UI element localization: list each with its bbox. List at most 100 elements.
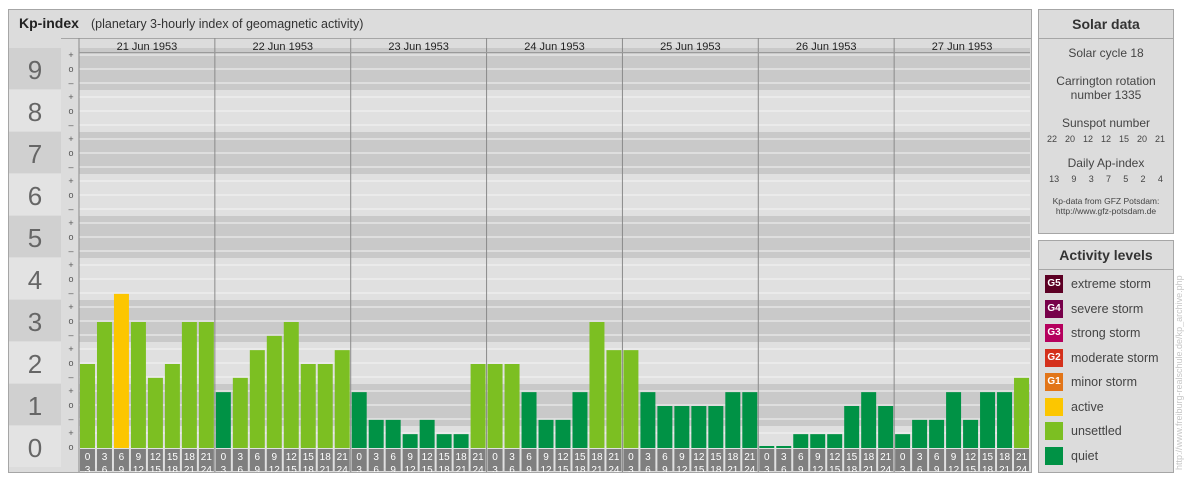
interval-end: 15 [286, 465, 298, 472]
y-tick-label: 9 [28, 55, 42, 85]
interval-start: 3 [373, 452, 379, 463]
interval-start: 12 [422, 452, 434, 463]
ap-value: 4 [1157, 174, 1163, 184]
interval-end: 6 [373, 465, 379, 472]
minor-tick-label: – [68, 246, 73, 256]
kp-bar [674, 406, 690, 448]
minor-tick-label: o [68, 190, 73, 200]
kp-bar [504, 364, 520, 448]
interval-end: 24 [473, 465, 485, 472]
kp-bar [181, 322, 197, 448]
interval-start: 0 [764, 452, 770, 463]
kp-bar [385, 419, 401, 448]
kp-bar [810, 434, 826, 448]
interval-start: 15 [574, 452, 586, 463]
interval-start: 9 [951, 452, 957, 463]
kp-bar [96, 322, 112, 448]
interval-end: 12 [812, 465, 824, 472]
interval-start: 21 [880, 452, 892, 463]
interval-end: 6 [781, 465, 787, 472]
legend-swatch: G1 [1045, 373, 1063, 391]
ap-value: 13 [1049, 174, 1060, 184]
legend-item-active: active [1045, 397, 1104, 416]
kp-bar [912, 419, 928, 448]
day-label: 26 Jun 1953 [796, 41, 857, 53]
sunspot-value: 15 [1118, 134, 1129, 144]
day-label: 27 Jun 1953 [932, 41, 993, 53]
interval-start: 3 [238, 452, 244, 463]
interval-end: 24 [608, 465, 620, 472]
sunspot-row: 22 20 12 12 15 20 21 [1039, 134, 1173, 144]
interval-end: 24 [1016, 465, 1028, 472]
kp-bar [793, 434, 809, 448]
day-label: 21 Jun 1953 [117, 41, 178, 53]
kp-bar [300, 364, 316, 448]
interval-start: 6 [798, 452, 804, 463]
minor-tick-label: + [68, 176, 73, 186]
watermark-url: http://www.freiburg-realschule.de/kp_arc… [1174, 275, 1184, 470]
legend-item-severe-storm: G4 severe storm [1045, 299, 1144, 318]
legend-swatch: G2 [1045, 348, 1063, 367]
legend-label: quiet [1071, 448, 1099, 463]
sunspot-label: Sunspot number [1061, 116, 1151, 130]
interval-start: 21 [473, 452, 485, 463]
kp-bar [317, 364, 333, 448]
ap-value: 5 [1123, 174, 1129, 184]
interval-end: 6 [645, 465, 651, 472]
interval-end: 6 [509, 465, 515, 472]
kp-bar [708, 406, 724, 448]
interval-start: 15 [439, 452, 451, 463]
minor-tick-label: + [68, 134, 73, 144]
legend-label: minor storm [1071, 375, 1137, 389]
interval-end: 18 [439, 465, 451, 472]
interval-end: 3 [628, 465, 634, 472]
interval-end: 18 [982, 465, 994, 472]
solar-data-title: Solar data [1039, 10, 1173, 39]
sunspot-value: 12 [1082, 134, 1093, 144]
interval-start: 6 [390, 452, 396, 463]
minor-tick-label: o [68, 442, 73, 452]
interval-end: 15 [150, 465, 162, 472]
interval-start: 3 [509, 452, 515, 463]
kp-bar [351, 392, 367, 448]
kp-bar [402, 434, 418, 448]
kp-bar [215, 392, 231, 448]
legend-swatch [1045, 446, 1063, 465]
interval-start: 6 [662, 452, 668, 463]
solar-cycle: Solar cycle 18 [1068, 46, 1144, 60]
day-label: 22 Jun 1953 [253, 41, 314, 53]
minor-tick-label: + [68, 260, 73, 270]
kp-bar [487, 364, 503, 448]
y-tick-label: 3 [28, 307, 42, 337]
kp-bar [436, 434, 452, 448]
interval-start: 3 [645, 452, 651, 463]
interval-start: 0 [492, 452, 498, 463]
interval-start: 9 [679, 452, 685, 463]
y-tick-label: 0 [28, 433, 42, 463]
interval-end: 9 [526, 465, 532, 472]
interval-end: 24 [880, 465, 892, 472]
interval-end: 9 [662, 465, 668, 472]
legend-swatch: G5 [1045, 275, 1063, 293]
interval-start: 12 [150, 452, 162, 463]
interval-start: 12 [286, 452, 298, 463]
interval-end: 3 [764, 465, 770, 472]
kp-bar [997, 392, 1013, 448]
interval-start: 0 [85, 452, 91, 463]
interval-start: 3 [781, 452, 787, 463]
minor-tick-label: – [68, 204, 73, 214]
legend-label: severe storm [1071, 301, 1144, 316]
kp-bar [453, 434, 469, 448]
kp-bar [538, 419, 554, 448]
minor-tick-label: o [68, 64, 73, 74]
source-line-1: Kp-data from GFZ Potsdam: [1052, 196, 1160, 206]
activity-levels-title: Activity levels [1039, 241, 1173, 270]
interval-start: 9 [815, 452, 821, 463]
day-label: 23 Jun 1953 [388, 41, 449, 53]
interval-start: 6 [255, 452, 261, 463]
chart-title: Kp-index [19, 15, 79, 31]
sunspot-value: 20 [1064, 134, 1075, 144]
day-label: 24 Jun 1953 [524, 41, 585, 53]
sunspot-value: 22 [1046, 134, 1057, 144]
interval-end: 12 [405, 465, 417, 472]
